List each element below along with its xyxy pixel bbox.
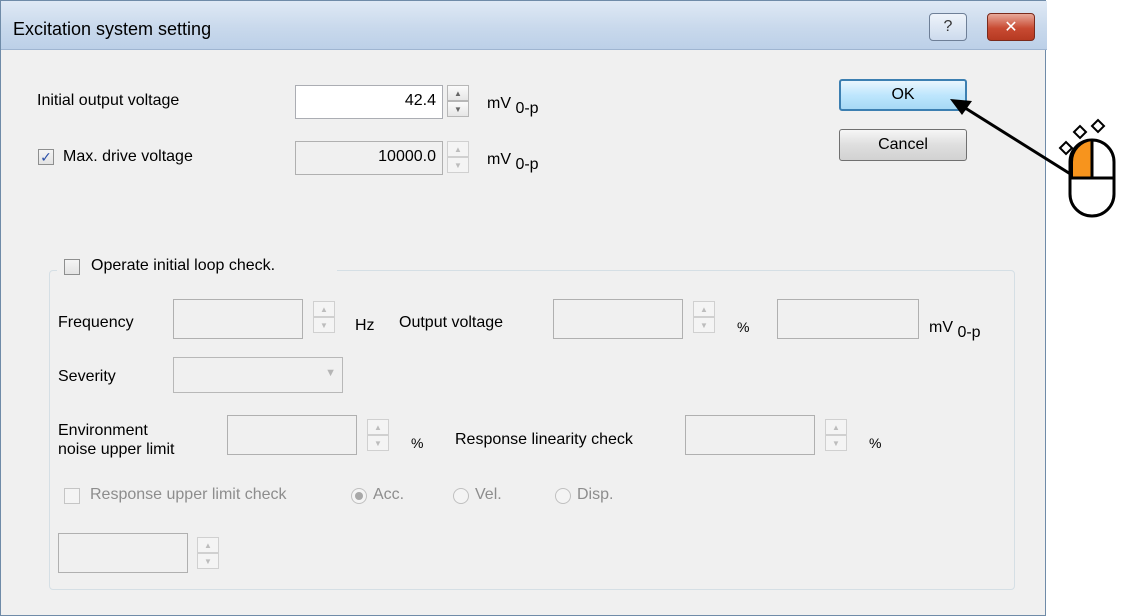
- mouse-click-icon: [1058, 118, 1116, 218]
- pointer-arrow-icon: [950, 99, 1081, 182]
- annotation-overlay: [950, 99, 1116, 218]
